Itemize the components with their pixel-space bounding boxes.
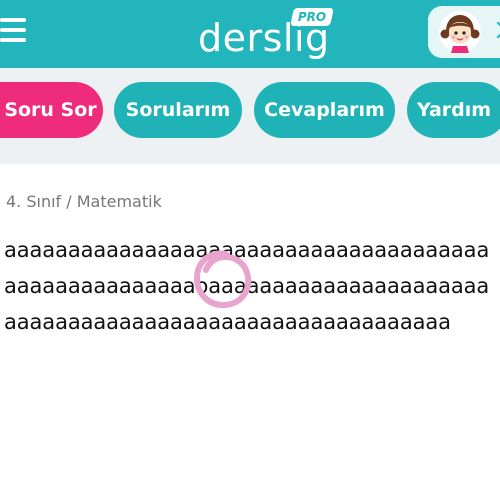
app-header: derslig PRO: [0, 0, 500, 68]
question-line: aaaaaaaaaaaaaaaaaaaaaaaaaaaaaaaaaaaaaa: [4, 238, 490, 262]
question-card: 4. Sınıf / Matematik aaaaaaaaaaaaaaaaaaa…: [0, 164, 500, 490]
nav-soru-sor-button[interactable]: Soru Sor: [0, 82, 103, 138]
page: derslig PRO Soru Sor Sorularım Cevapları…: [0, 0, 500, 490]
question-line: aaaaaaaaaaaaaaaoaaaaaaaaaaaaaaaaaaaaaa: [4, 274, 490, 298]
profile-button[interactable]: [428, 6, 500, 58]
question-nav: Soru Sor Sorularım Cevaplarım Yardım: [0, 68, 500, 164]
girl-avatar-icon: [439, 11, 481, 53]
pro-badge: PRO: [290, 8, 334, 26]
question-text: aaaaaaaaaaaaaaaaaaaaaaaaaaaaaaaaaaaaaa a…: [4, 232, 500, 340]
chevron-right-icon: [489, 21, 500, 39]
nav-sorularim-button[interactable]: Sorularım: [114, 82, 242, 138]
nav-cevaplarim-button[interactable]: Cevaplarım: [254, 82, 395, 138]
question-line: aaaaaaaaaaaaaaaaaaaaaaaaaaaaaaaaaaa: [4, 310, 451, 334]
pro-badge-text: PRO: [297, 10, 327, 24]
hamburger-menu-icon[interactable]: [0, 16, 28, 46]
derslig-logo[interactable]: derslig PRO: [196, 6, 336, 64]
breadcrumb[interactable]: 4. Sınıf / Matematik: [6, 192, 162, 211]
nav-yardim-button[interactable]: Yardım: [407, 82, 500, 138]
